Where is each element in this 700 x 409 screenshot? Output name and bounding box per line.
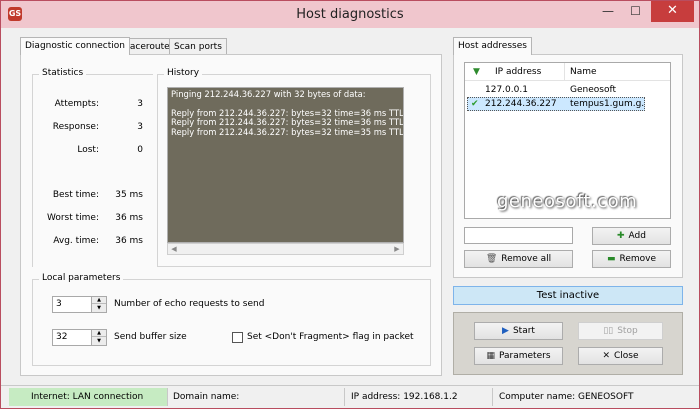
dont-fragment-checkbox[interactable] [232, 332, 243, 343]
echo-count-input[interactable]: 3 [52, 296, 92, 313]
dont-fragment-label: Set <Don't Fragment> flag in packet [247, 332, 414, 342]
close-button[interactable]: ✕ Close [578, 347, 663, 365]
stat-attempts-label: Attempts: [54, 99, 99, 109]
scroll-right-icon[interactable]: ▶ [391, 244, 403, 254]
add-button[interactable]: ✚ Add [592, 227, 671, 245]
status-bar: Internet: LAN connection Domain name: IP… [1, 385, 699, 407]
history-line: Reply from 212.244.36.227: bytes=32 time… [171, 126, 404, 137]
remove-button[interactable]: ▬ Remove [592, 250, 671, 268]
host-ip: 212.244.36.227 [485, 99, 557, 109]
stop-button[interactable]: ▯▯ Stop [578, 322, 663, 340]
parameters-button[interactable]: ▦ Parameters [474, 347, 563, 365]
new-host-input[interactable] [464, 227, 573, 244]
tab-diagnostic-connection[interactable]: Diagnostic connection [20, 37, 130, 55]
stat-avg-time-value: 36 ms [115, 236, 143, 246]
history-horizontal-scrollbar[interactable]: ◀ ▶ [167, 243, 404, 255]
echo-count-stepper[interactable]: ▲ ▼ [91, 296, 107, 313]
remove-all-button[interactable]: 🗑 Remove all [464, 250, 573, 268]
plus-icon: ✚ [617, 231, 625, 241]
spin-up-icon[interactable]: ▲ [92, 330, 106, 337]
close-window-button[interactable]: ✕ [651, 1, 694, 22]
buffer-size-stepper[interactable]: ▲ ▼ [91, 329, 107, 346]
buffer-size-input[interactable]: 32 [52, 329, 92, 346]
history-title: History [164, 68, 203, 78]
spin-down-icon[interactable]: ▼ [92, 338, 106, 345]
statistics-title: Statistics [39, 68, 87, 78]
host-ip: 127.0.0.1 [485, 85, 528, 95]
host-name: Geneosoft [570, 85, 616, 95]
stat-lost-value: 0 [137, 145, 143, 155]
spin-up-icon[interactable]: ▲ [92, 297, 106, 304]
buffer-size-label: Send buffer size [114, 332, 187, 342]
pause-icon: ▯▯ [603, 326, 614, 336]
minus-icon: ▬ [606, 254, 616, 264]
stat-response-value: 3 [137, 122, 143, 132]
stat-worst-time-value: 36 ms [115, 213, 143, 223]
tab-host-addresses[interactable]: Host addresses [453, 37, 532, 55]
history-log[interactable]: Pinging 212.244.36.227 with 32 bytes of … [167, 87, 404, 243]
host-name: tempus1.gum.g... [570, 99, 644, 109]
computer-status: Computer name: GENEOSOFT [499, 392, 634, 402]
stat-best-time-value: 35 ms [115, 190, 143, 200]
host-list-header: ▼ IP address Name [465, 63, 670, 81]
test-status-bar: Test inactive [453, 286, 683, 305]
minimize-button[interactable]: — [594, 1, 622, 22]
stat-response-label: Response: [52, 122, 99, 132]
stat-best-time-label: Best time: [52, 190, 99, 200]
local-parameters-title: Local parameters [39, 273, 124, 283]
check-icon: ✔ [471, 99, 479, 109]
name-column-header[interactable]: Name [566, 63, 670, 81]
internet-status: Internet: LAN connection [9, 388, 168, 406]
domain-status: Domain name: [169, 388, 345, 406]
ip-status: IP address: 192.168.1.2 [347, 388, 493, 406]
history-line: Pinging 212.244.36.227 with 32 bytes of … [171, 89, 366, 99]
title-bar[interactable]: GS Host diagnostics — ☐ ✕ [1, 1, 699, 28]
stat-lost-label: Lost: [77, 145, 99, 155]
scroll-left-icon[interactable]: ◀ [168, 244, 180, 254]
spin-down-icon[interactable]: ▼ [92, 305, 106, 312]
play-icon: ▶ [502, 326, 509, 336]
sort-down-icon: ▼ [473, 67, 480, 77]
host-row[interactable]: 127.0.0.1 Geneosoft [465, 83, 670, 97]
parameters-icon: ▦ [486, 351, 495, 361]
watermark: geneosoft.com [497, 191, 638, 212]
stat-attempts-value: 3 [137, 99, 143, 109]
close-icon: ✕ [602, 351, 610, 361]
ip-column-header[interactable]: ▼ IP address [465, 63, 565, 81]
stat-worst-time-label: Worst time: [46, 213, 99, 223]
local-parameters-group: Local parameters [32, 273, 431, 366]
tab-scan-ports[interactable]: Scan ports [169, 38, 227, 55]
maximize-button[interactable]: ☐ [622, 1, 649, 22]
start-button[interactable]: ▶ Start [474, 322, 563, 340]
host-row-selected[interactable]: ✔ 212.244.36.227 tempus1.gum.g... [465, 97, 670, 111]
trash-icon: 🗑 [485, 254, 498, 264]
host-diagnostics-window: GS Host diagnostics — ☐ ✕ Diagnostic con… [0, 0, 700, 409]
echo-count-label: Number of echo requests to send [114, 299, 265, 309]
stat-avg-time-label: Avg. time: [53, 236, 99, 246]
